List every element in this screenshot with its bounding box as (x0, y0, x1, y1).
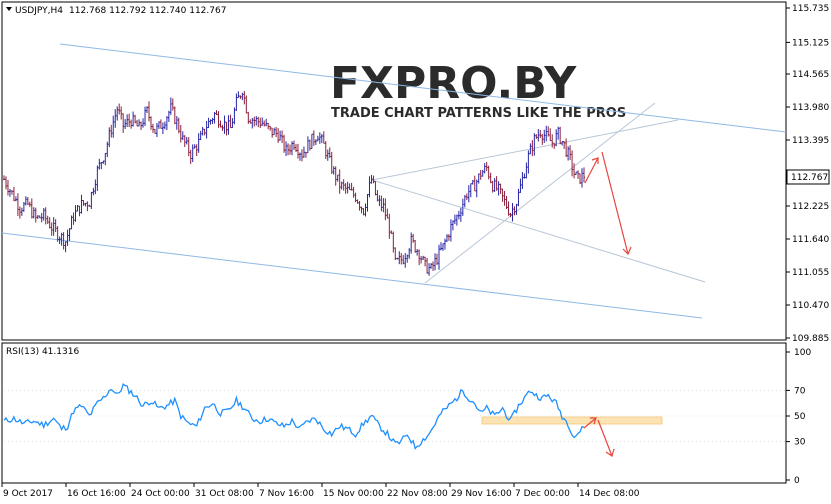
time-tick-label: 24 Oct 00:00 (131, 489, 190, 499)
rsi-zone (481, 416, 663, 425)
price-tick-label: 111.055 (792, 268, 829, 278)
time-tick-label: 15 Nov 00:00 (323, 489, 384, 499)
main-pane[interactable] (1, 1, 787, 341)
time-tick-label: 31 Oct 08:00 (195, 489, 254, 499)
price-tick-label: 115.125 (792, 38, 829, 48)
rsi-tick-label: 0 (794, 476, 800, 486)
rsi-pane[interactable] (1, 342, 787, 484)
time-tick-label: 22 Nov 08:00 (387, 489, 448, 499)
time-tick-label: 14 Dec 08:00 (579, 489, 640, 499)
rsi-tick-label: 50 (794, 412, 806, 422)
time-tick-label: 16 Oct 16:00 (67, 489, 126, 499)
ohlc-values: 112.768 112.792 112.740 112.767 (69, 6, 226, 16)
time-tick-label: 7 Dec 00:00 (515, 489, 570, 499)
price-tick-label: 113.395 (792, 136, 829, 146)
price-tick-label: 110.470 (792, 301, 829, 311)
chart-canvas[interactable]: 115.735 115.125 114.565 113.980 113.395 112.2… (0, 0, 831, 504)
last-price-label: 112.767 (786, 169, 830, 185)
symbol-label: USDJPY,H4 (15, 6, 63, 16)
price-tick-label: 114.565 (792, 70, 829, 80)
time-tick-label: 29 Nov 16:00 (451, 489, 512, 499)
price-tick-label: 112.225 (792, 202, 829, 212)
price-tick-label: 109.885 (792, 334, 829, 344)
price-tick-label: 111.640 (792, 235, 829, 245)
time-tick-label: 9 Oct 2017 (3, 489, 53, 499)
time-tick-label: 7 Nov 16:00 (259, 489, 314, 499)
time-axis: 9 Oct 2017 16 Oct 16:00 24 Oct 00:00 31 Oct… (1, 483, 640, 499)
logo-tagline: TRADE CHART PATTERNS LIKE THE PROS (331, 106, 626, 121)
last-price-value: 112.767 (791, 173, 828, 183)
logo-text: FXPRO.BY (330, 58, 577, 109)
rsi-tick-label: 70 (794, 386, 806, 396)
rsi-tick-label: 100 (794, 348, 811, 358)
rsi-tick-label: 30 (794, 438, 806, 448)
rsi-header: RSI(13) 41.1316 (6, 347, 79, 357)
price-tick-label: 113.980 (792, 103, 829, 113)
price-tick-label: 115.735 (792, 4, 829, 14)
main-header: USDJPY,H4 112.768 112.792 112.740 112.76… (6, 6, 226, 16)
